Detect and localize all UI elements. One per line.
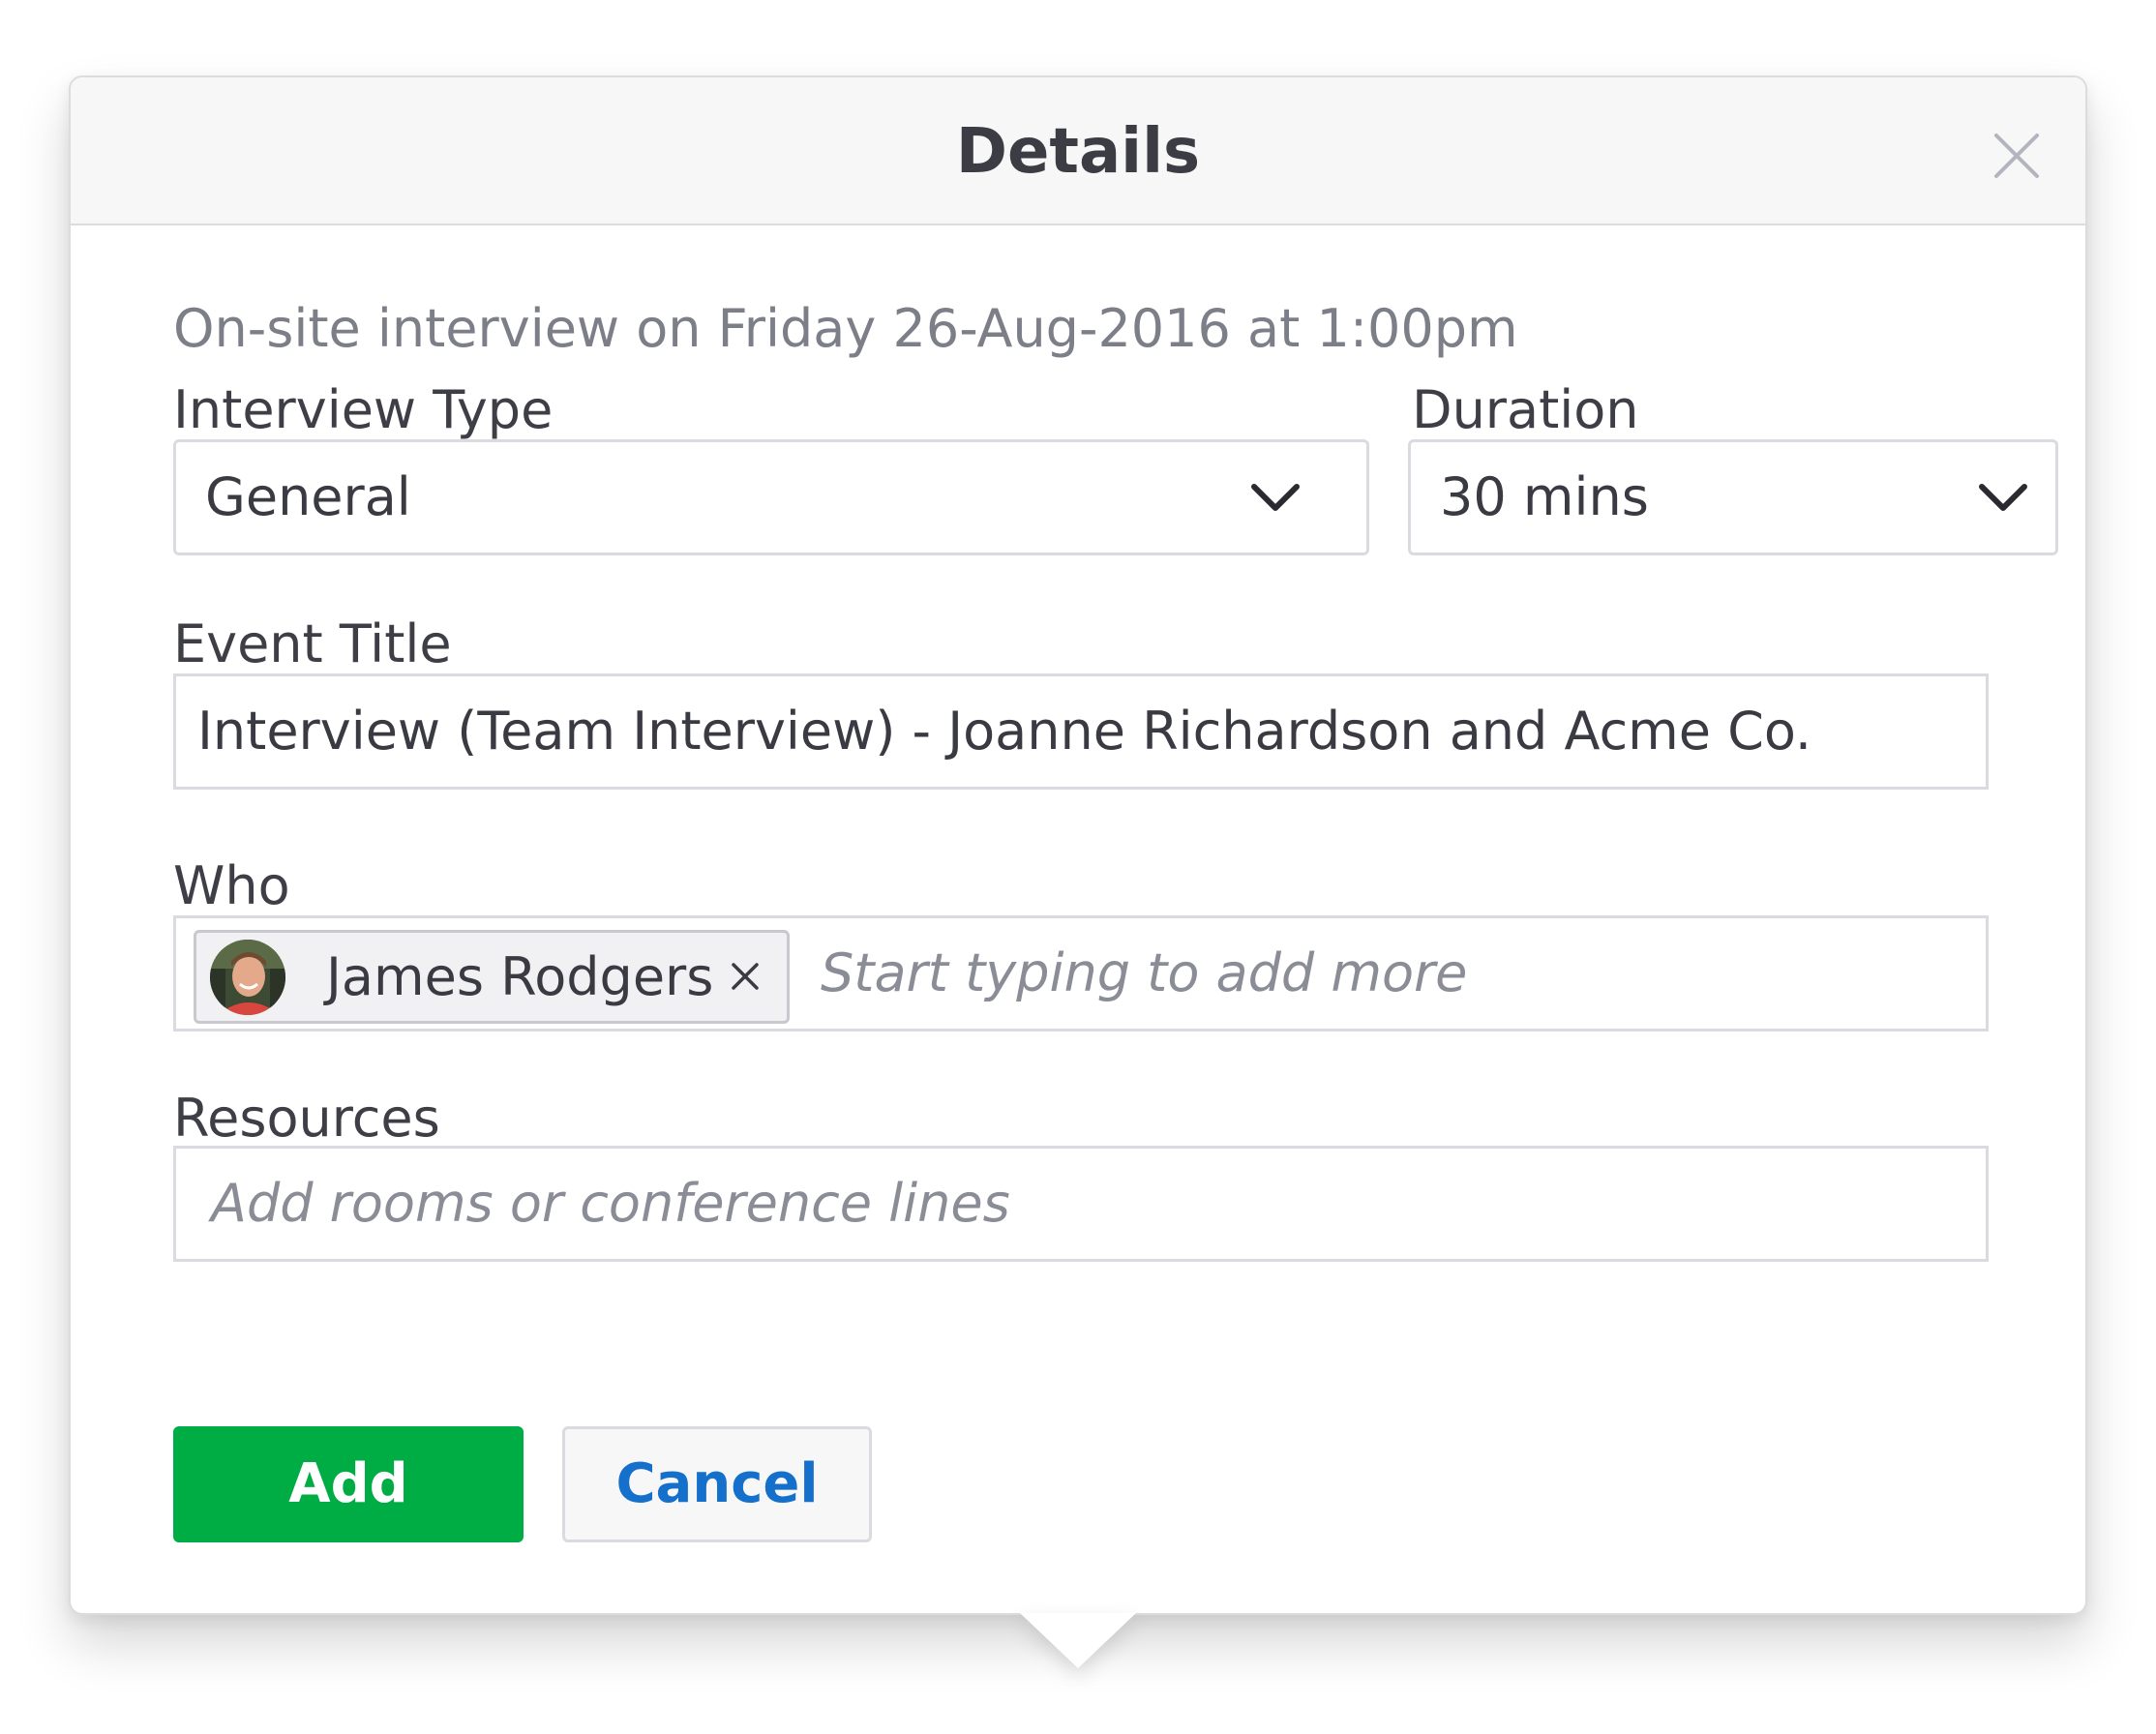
who-input[interactable]: James Rodgers Start typing to add more — [173, 915, 1989, 1031]
duration-label: Duration — [1412, 379, 1639, 440]
chevron-down-icon — [1979, 484, 2027, 511]
duration-value: 30 mins — [1440, 466, 1649, 527]
attendee-name: James Rodgers — [326, 945, 714, 1007]
interview-type-value: General — [205, 466, 411, 527]
popover-arrow — [1020, 1613, 1136, 1668]
event-title-input[interactable]: Interview (Team Interview) - Joanne Rich… — [173, 673, 1989, 790]
resources-placeholder: Add rooms or conference lines — [211, 1173, 1010, 1234]
event-title-label: Event Title — [173, 613, 452, 674]
resources-input[interactable]: Add rooms or conference lines — [173, 1146, 1989, 1262]
dialog-header: Details — [71, 77, 2085, 225]
who-label: Who — [173, 855, 290, 916]
who-placeholder: Start typing to add more — [821, 942, 1468, 1003]
cancel-button[interactable]: Cancel — [562, 1426, 872, 1542]
avatar — [210, 940, 285, 1015]
add-button[interactable]: Add — [173, 1426, 524, 1542]
event-summary: On-site interview on Friday 26-Aug-2016 … — [173, 298, 1518, 359]
interview-type-select[interactable]: General — [173, 439, 1369, 555]
remove-icon[interactable] — [731, 962, 760, 991]
chevron-down-icon — [1251, 484, 1300, 511]
close-icon[interactable] — [1992, 132, 2041, 180]
interview-type-label: Interview Type — [173, 379, 554, 440]
resources-label: Resources — [173, 1088, 440, 1149]
attendee-chip[interactable]: James Rodgers — [194, 930, 790, 1024]
duration-select[interactable]: 30 mins — [1408, 439, 2058, 555]
event-title-value: Interview (Team Interview) - Joanne Rich… — [197, 701, 1812, 762]
dialog-title: Details — [955, 116, 1201, 188]
details-popover: Details On-site interview on Friday 26-A… — [69, 75, 2087, 1615]
